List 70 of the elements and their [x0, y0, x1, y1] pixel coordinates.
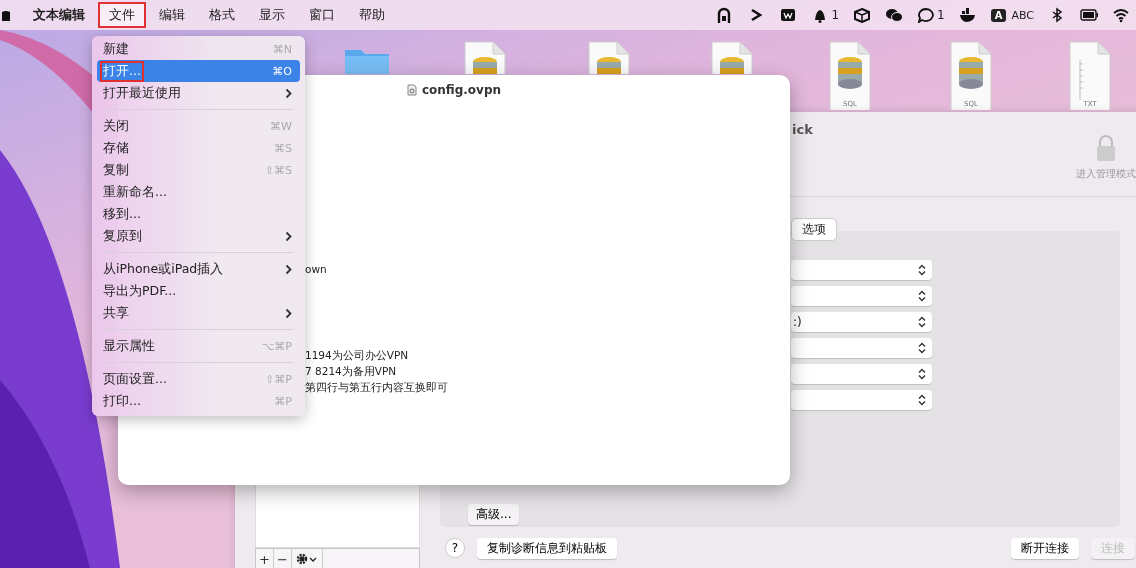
menu-item[interactable]: 存储 ⌘S — [97, 137, 300, 159]
add-button[interactable]: + — [256, 549, 274, 568]
menu-title[interactable]: 格式 — [198, 2, 246, 28]
menu-item[interactable]: 重新命名... — [97, 181, 300, 203]
stepper-arrows-icon — [918, 290, 926, 302]
stepper-arrows-icon — [918, 342, 926, 354]
stepper-arrows-icon — [918, 264, 926, 276]
advanced-button[interactable]: 高级... — [468, 504, 520, 525]
menu-item[interactable]: 打开最近使用 — [97, 82, 300, 104]
text-line: 7 8214为备用VPN — [305, 364, 398, 379]
window-title: config.ovpn — [421, 83, 502, 97]
text-line: 第四行与第五行内容互换即可 — [305, 380, 449, 395]
popup-menu[interactable]: :) — [791, 312, 932, 332]
window-title: ick — [792, 122, 813, 139]
menu-item[interactable]: 共享 — [97, 302, 300, 324]
shortcut-label: ⌘S — [274, 141, 292, 155]
menu-item[interactable]: 导出为PDF... — [97, 280, 300, 302]
input-source-label[interactable]: ABC — [1011, 8, 1034, 22]
chevron-right-icon — [285, 307, 292, 319]
database-file-icon[interactable] — [708, 40, 756, 74]
shortcut-label: ⇧⌘P — [265, 372, 292, 386]
chevron-right-icon — [285, 263, 292, 275]
menu-item[interactable]: 打开... ⌘O — [97, 60, 300, 82]
wifi-icon[interactable] — [1112, 7, 1130, 23]
square-icon[interactable] — [779, 7, 798, 23]
menu-item[interactable]: 复制 ⇧⌘S — [97, 159, 300, 181]
shortcut-label: ⇧⌘S — [264, 163, 292, 177]
options-tab[interactable]: 选项 — [791, 218, 837, 241]
shortcut-label: ⌥⌘P — [261, 339, 292, 353]
menu-item[interactable]: 移到... — [97, 203, 300, 225]
speech-bubble-icon[interactable] — [917, 7, 936, 23]
menu-title[interactable]: 文件 — [98, 2, 146, 28]
menu-title[interactable]: 帮助 — [348, 2, 396, 28]
battery-icon[interactable] — [1080, 7, 1098, 23]
menu-title[interactable]: 窗口 — [298, 2, 346, 28]
text-line: own — [305, 262, 328, 277]
menu-item[interactable]: 页面设置... ⇧⌘P — [97, 368, 300, 390]
help-button[interactable]: ? — [445, 538, 465, 558]
menu-item[interactable]: 关闭 ⌘W — [97, 115, 300, 137]
database-file-icon[interactable] — [461, 40, 509, 74]
chevron-right-icon — [285, 230, 292, 242]
chat-icon[interactable] — [885, 7, 904, 23]
shortcut-label: ⌘N — [272, 42, 292, 56]
chevron-right-icon — [285, 87, 292, 99]
text-line: 1194为公司办公VPN — [305, 348, 410, 363]
menu-item[interactable]: 显示属性 ⌥⌘P — [97, 335, 300, 357]
menu-item[interactable]: 打印... ⌘P — [97, 390, 300, 412]
shortcut-label: ⌘P — [274, 394, 292, 408]
notification-count: 1 — [831, 8, 840, 22]
copy-diagnostics-button[interactable]: 复制诊断信息到粘贴板 — [477, 537, 617, 559]
notification-count: 1 — [937, 8, 945, 22]
menu-title[interactable]: 编辑 — [148, 2, 196, 28]
stepper-arrows-icon — [918, 394, 926, 406]
app-name[interactable]: 文本编辑 — [22, 2, 96, 28]
input-source-badge[interactable]: A — [990, 8, 1007, 22]
menu-item[interactable]: 复原到 — [97, 225, 300, 247]
remove-button[interactable]: − — [274, 549, 292, 568]
document-icon — [406, 84, 417, 96]
disconnect-button[interactable]: 断开连接 — [1011, 537, 1079, 559]
database-file-icon[interactable] — [585, 40, 633, 74]
cube-icon[interactable] — [853, 7, 872, 23]
stepper-arrows-icon — [918, 368, 926, 380]
highlight-frame: 打开... — [100, 60, 144, 82]
shortcut-label: ⌘W — [270, 119, 292, 133]
shortcut-label: ⌘O — [272, 64, 292, 78]
gear-icon[interactable] — [296, 553, 318, 565]
menu-title[interactable]: 显示 — [248, 2, 296, 28]
menu-item[interactable]: 从iPhone或iPad插入 — [97, 258, 300, 280]
menu-item[interactable]: 新建 ⌘N — [97, 38, 300, 60]
stepper-arrows-icon — [918, 316, 926, 328]
